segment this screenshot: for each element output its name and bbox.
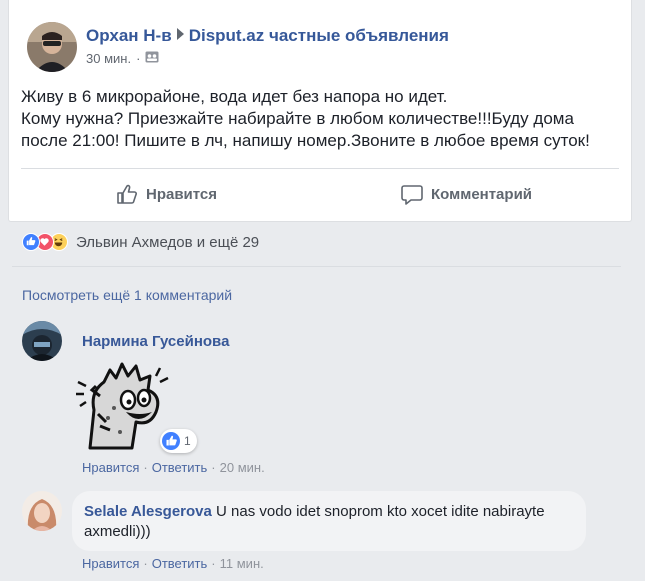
post-text: Живу в 6 микрорайоне, вода идет без напо… — [21, 86, 621, 152]
comment-reply-link[interactable]: Ответить — [152, 556, 208, 571]
comment-reply-link[interactable]: Ответить — [152, 460, 208, 475]
post-line: Кому нужна? Приезжайте набирайте в любом… — [21, 109, 574, 128]
like-reaction-icon — [22, 233, 40, 251]
comment-bubble: Selale Alesgerova U nas vodo idet snopro… — [72, 491, 586, 551]
post-line: после 21:00! Пишите в лч, напишу номер.З… — [21, 131, 590, 150]
comment-actions: Нравится · Ответить · 20 мин. — [82, 460, 265, 475]
separator: · — [143, 556, 148, 571]
post-header: Орхан Н-в Disput.az частные объявления — [86, 26, 449, 46]
group-name[interactable]: Disput.az частные объявления — [189, 26, 449, 45]
group-icon — [145, 51, 159, 66]
divider — [21, 168, 619, 169]
post-card: Орхан Н-в Disput.az частные объявления 30… — [8, 0, 632, 222]
comment-icon — [401, 185, 423, 205]
like-button[interactable]: Нравится — [116, 180, 217, 208]
page-edge — [637, 0, 645, 581]
post-line: Живу в 6 микрорайоне, вода идет без напо… — [21, 87, 448, 106]
meta-separator: · — [136, 51, 141, 66]
comment-time[interactable]: 11 мин. — [220, 556, 264, 571]
like-button-label: Нравится — [146, 185, 218, 203]
comment-like-link[interactable]: Нравится — [82, 460, 139, 475]
view-more-comments-link[interactable]: Посмотреть ещё 1 комментарий — [22, 287, 232, 303]
dinosaur-sticker — [70, 352, 174, 456]
commenter-name[interactable]: Нармина Гусейнова — [82, 333, 229, 350]
author-name[interactable]: Орхан Н-в — [86, 26, 172, 45]
separator: · — [211, 460, 216, 475]
separator: · — [143, 460, 148, 475]
post-meta: 30 мин. · — [86, 51, 159, 66]
separator: · — [211, 556, 216, 571]
comment-like-link[interactable]: Нравится — [82, 556, 139, 571]
comment-actions: Нравится · Ответить · 11 мин. — [82, 556, 264, 571]
comment-text: Selale Alesgerova U nas vodo idet snopro… — [84, 502, 564, 542]
comment-button[interactable]: Комментарий — [401, 180, 532, 208]
commenter-name[interactable]: Selale Alesgerova — [84, 503, 212, 520]
commenter-avatar[interactable] — [22, 321, 62, 361]
commenter-avatar[interactable] — [22, 491, 62, 531]
like-reaction-icon — [162, 432, 180, 450]
like-count: 1 — [184, 434, 191, 448]
comment-time[interactable]: 20 мин. — [220, 460, 265, 475]
reactions-text[interactable]: Эльвин Ахмедов и ещё 29 — [76, 234, 259, 251]
post-time[interactable]: 30 мин. — [86, 51, 131, 66]
thumbs-up-icon — [117, 184, 137, 204]
comment-like-count[interactable]: 1 — [160, 429, 197, 453]
reactions-summary[interactable]: Эльвин Ахмедов и ещё 29 — [22, 233, 259, 251]
author-avatar[interactable] — [27, 22, 77, 72]
divider — [12, 266, 621, 267]
comment-button-label: Комментарий — [431, 185, 533, 203]
triangle-right-icon — [176, 28, 184, 40]
